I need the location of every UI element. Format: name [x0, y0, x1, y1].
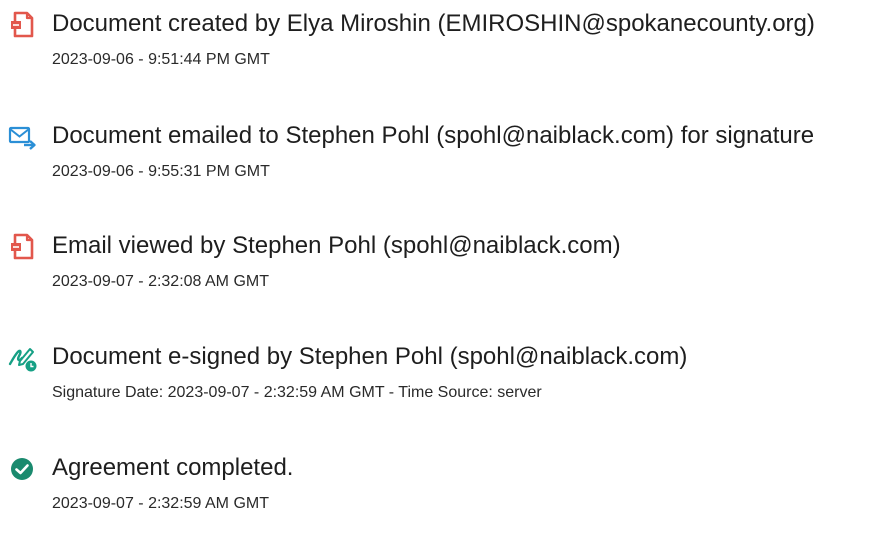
audit-event-completed: Agreement completed. 2023-09-07 - 2:32:5…	[0, 452, 873, 542]
event-title: Document created by Elya Miroshin (EMIRO…	[52, 10, 815, 37]
document-icon	[6, 9, 38, 41]
audit-event-viewed: Email viewed by Stephen Pohl (spohl@naib…	[0, 230, 873, 320]
audit-event-emailed: Document emailed to Stephen Pohl (spohl@…	[0, 120, 873, 210]
event-title: Document e-signed by Stephen Pohl (spohl…	[52, 343, 688, 370]
document-icon	[6, 231, 38, 263]
event-title: Email viewed by Stephen Pohl (spohl@naib…	[52, 232, 621, 259]
event-timestamp: 2023-09-07 - 2:32:59 AM GMT	[52, 495, 269, 512]
event-title: Agreement completed.	[52, 454, 294, 481]
event-timestamp: 2023-09-06 - 9:55:31 PM GMT	[52, 163, 270, 180]
audit-event-created: Document created by Elya Miroshin (EMIRO…	[0, 8, 873, 98]
event-title: Document emailed to Stephen Pohl (spohl@…	[52, 122, 815, 149]
check-circle-icon	[6, 453, 38, 485]
event-timestamp: 2023-09-06 - 9:51:44 PM GMT	[52, 51, 270, 68]
event-timestamp: 2023-09-07 - 2:32:08 AM GMT	[52, 273, 269, 290]
signature-pen-icon	[6, 342, 38, 374]
email-send-icon	[6, 121, 38, 153]
audit-event-signed: Document e-signed by Stephen Pohl (spohl…	[0, 341, 873, 431]
signature-date: Signature Date: 2023-09-07 - 2:32:59 AM …	[52, 384, 542, 401]
